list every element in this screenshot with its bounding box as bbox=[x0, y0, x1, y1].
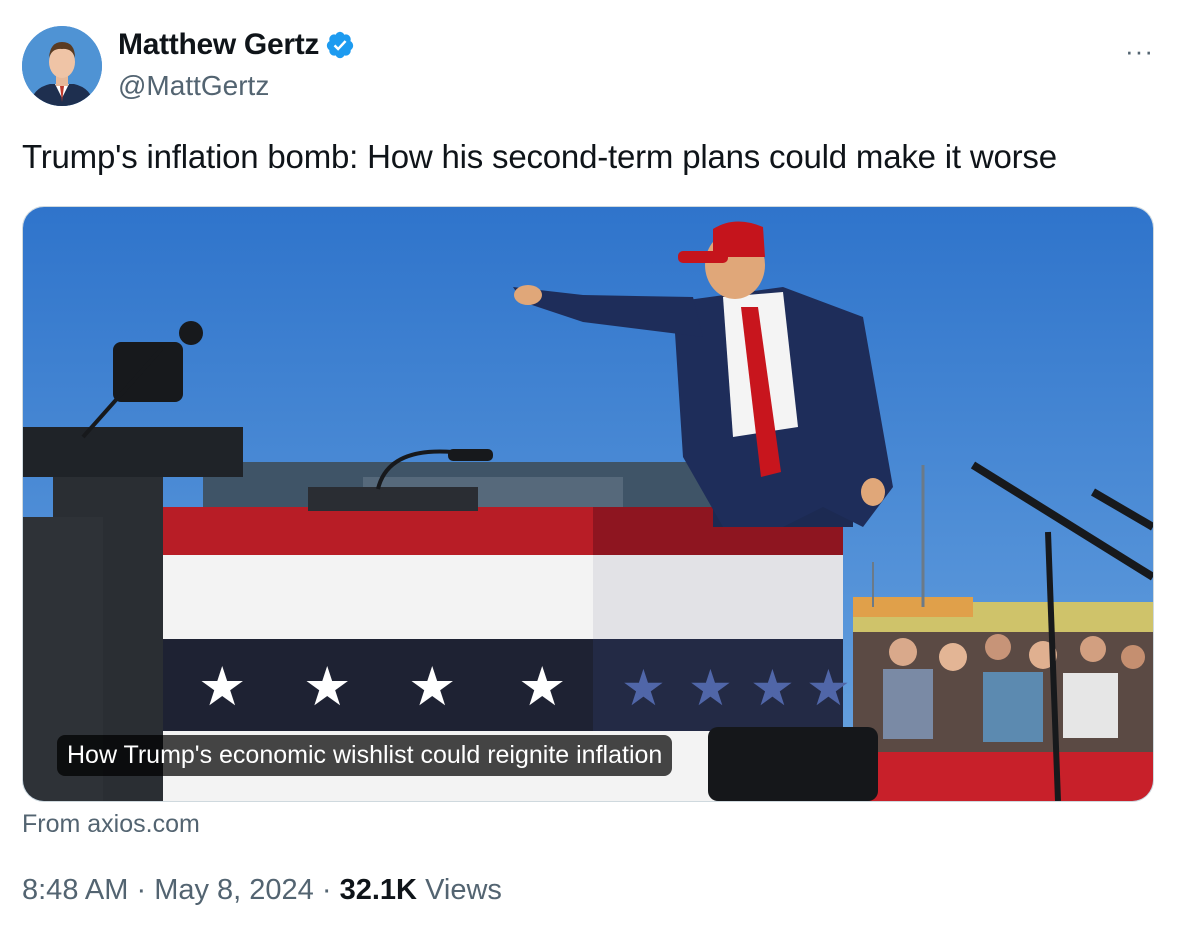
link-card[interactable]: ★ ★ ★ ★ ★ ★ ★ ★ How Trump's economic wis… bbox=[22, 206, 1154, 802]
verified-badge-icon bbox=[327, 31, 354, 59]
svg-text:★: ★ bbox=[688, 659, 733, 717]
tweet-time[interactable]: 8:48 AM bbox=[22, 874, 128, 906]
author-avatar[interactable] bbox=[22, 26, 102, 106]
svg-text:★: ★ bbox=[806, 659, 851, 717]
svg-text:★: ★ bbox=[198, 655, 246, 718]
author-display-name[interactable]: Matthew Gertz bbox=[118, 28, 319, 62]
svg-text:★: ★ bbox=[518, 655, 566, 718]
card-source-link[interactable]: From axios.com bbox=[22, 810, 200, 839]
svg-text:★: ★ bbox=[303, 655, 351, 718]
tweet-date[interactable]: May 8, 2024 bbox=[154, 874, 314, 906]
svg-text:★: ★ bbox=[621, 659, 666, 717]
author-name-row[interactable]: Matthew Gertz bbox=[118, 28, 355, 62]
card-caption: How Trump's economic wishlist could reig… bbox=[57, 735, 673, 776]
author-handle[interactable]: @MattGertz bbox=[118, 70, 269, 102]
tweet-text: Trump's inflation bomb: How his second-t… bbox=[22, 138, 1057, 175]
svg-text:★: ★ bbox=[408, 655, 456, 718]
meta-separator: · bbox=[136, 874, 147, 906]
svg-text:★: ★ bbox=[750, 659, 795, 717]
tweet-meta: 8:48 AM · May 8, 2024 · 32.1K Views bbox=[22, 874, 502, 907]
card-image: ★ ★ ★ ★ ★ ★ ★ ★ bbox=[23, 207, 1153, 801]
meta-separator: · bbox=[321, 874, 332, 906]
more-options-icon[interactable]: ··· bbox=[1125, 38, 1154, 64]
views-count[interactable]: 32.1K bbox=[340, 874, 417, 906]
views-label[interactable]: Views bbox=[425, 874, 502, 906]
avatar-image bbox=[22, 26, 102, 106]
